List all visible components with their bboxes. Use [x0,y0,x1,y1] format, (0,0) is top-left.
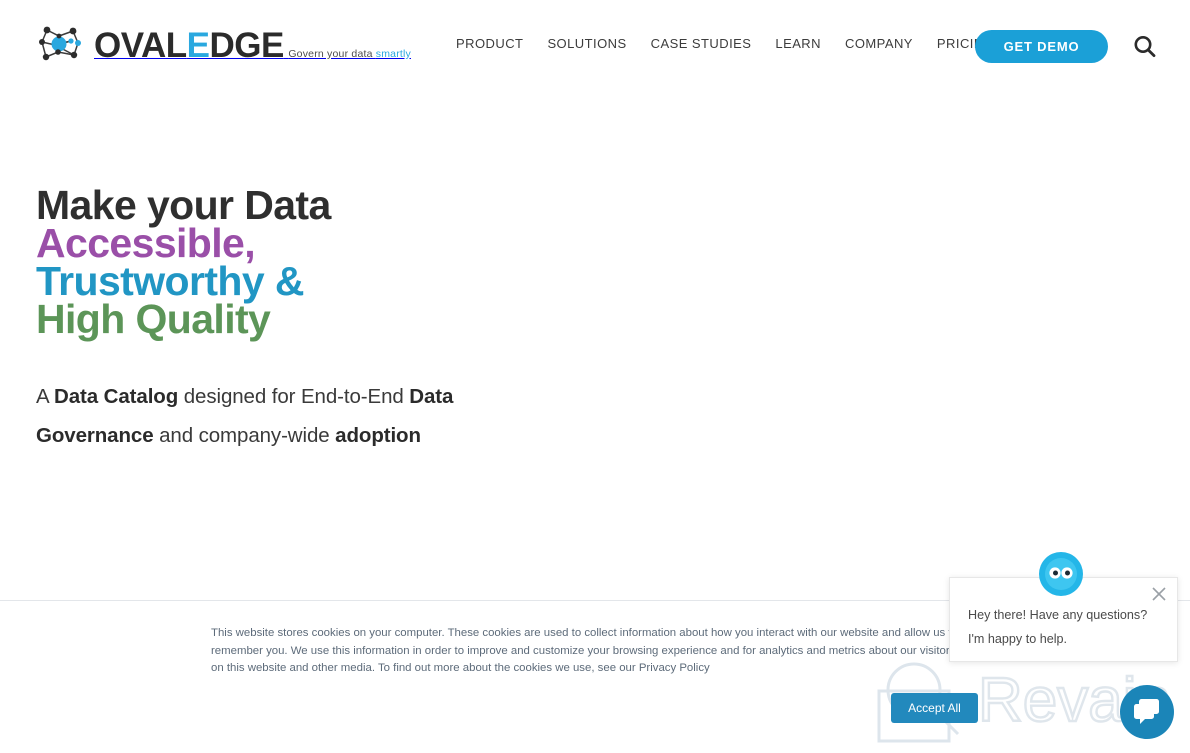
chat-avatar-icon [1038,551,1084,597]
nav-item-solutions[interactable]: SOLUTIONS [547,36,626,51]
subhead-part-2: designed for End-to-End [178,385,410,408]
chat-bubble-icon [1130,694,1164,731]
cookie-banner-text: This website stores cookies on your comp… [211,627,958,675]
page-root: OVALEDGE Govern your data smartly PRODUC… [0,0,1190,753]
chat-message-line-2: I'm happy to help. [968,632,1068,646]
network-nodes-icon [33,20,87,70]
chat-greeting-message: Hey there! Have any questions? I'm happy… [968,603,1164,651]
accept-all-cookies-button[interactable]: Accept All [891,693,978,723]
tagline-prefix: Govern your data [288,48,376,60]
nav-item-company[interactable]: COMPANY [845,36,913,51]
nav-item-learn[interactable]: LEARN [775,36,821,51]
brand-wordmark-group: OVALEDGE Govern your data smartly [94,28,411,64]
subhead-bold-adoption: adoption [335,423,421,447]
search-button[interactable] [1131,33,1159,61]
subhead-part-3: and company-wide [153,423,336,447]
brand-wordmark: OVALEDGE [94,26,284,65]
primary-navigation: PRODUCT SOLUTIONS CASE STUDIES LEARN COM… [456,36,994,51]
headline-line-1: Make your Data [36,182,331,228]
page-title: Make your Data Accessible, Trustworthy &… [36,182,556,342]
chat-message-line-1: Hey there! Have any questions? [968,608,1148,622]
hero-subheading: A Data Catalog designed for End-to-End D… [36,378,456,455]
wordmark-oval: OVAL [94,26,187,65]
wordmark-dge: DGE [209,26,285,65]
nav-item-product[interactable]: PRODUCT [456,36,523,51]
wordmark-e: E [186,26,210,65]
chat-close-button[interactable] [1150,585,1168,603]
subhead-bold-data-catalog: Data Catalog [54,385,179,408]
nav-item-case-studies[interactable]: CASE STUDIES [651,36,752,51]
headline-line-2: Accessible, [36,220,256,266]
hero-section: Make your Data Accessible, Trustworthy &… [36,182,556,447]
brand-tagline: Govern your data smartly [288,48,411,60]
headline-line-3: Trustworthy & [36,258,304,304]
headline-line-4: High Quality [36,296,271,342]
search-icon [1131,36,1159,64]
get-demo-button[interactable]: GET DEMO [975,30,1108,63]
subhead-part-1: A [36,385,55,408]
brand-logo[interactable]: OVALEDGE Govern your data smartly [33,14,411,76]
site-header: OVALEDGE Govern your data smartly PRODUC… [0,0,1190,92]
chat-launcher-button[interactable] [1120,685,1174,739]
tagline-accent: smartly [375,48,411,60]
